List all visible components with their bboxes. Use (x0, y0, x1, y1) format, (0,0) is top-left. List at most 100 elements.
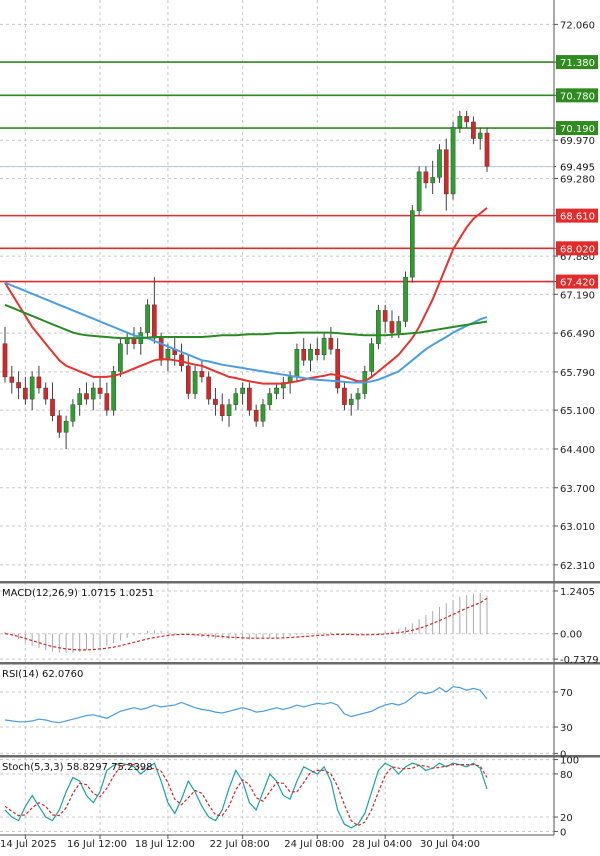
candle-body (111, 371, 116, 411)
x-tick-label: 28 Jul 04:00 (352, 839, 412, 850)
panel-separator (0, 581, 600, 584)
y-tick-label: 69.970 (560, 136, 595, 147)
x-tick-label: 24 Jul 08:00 (284, 839, 344, 850)
macd-label: MACD(12,26,9) 1.0715 1.0251 (2, 588, 154, 599)
support-badge: 68.610 (560, 212, 595, 223)
macd-y-tick-label: 0.00 (560, 630, 582, 641)
candle-body (145, 304, 150, 333)
candle-body (457, 116, 463, 128)
candle-body (29, 376, 35, 400)
candle-body (97, 387, 103, 394)
macd-y-tick-label: -0.7379 (560, 655, 599, 666)
candle-body (369, 343, 374, 372)
current-price-badge: 69.495 (560, 163, 595, 174)
x-tick-label: 18 Jul 12:00 (135, 839, 195, 850)
candle-body (321, 337, 327, 355)
chart-root: 72.060 71.380 70.780 70.19069.970 69.49569.2… (0, 0, 600, 852)
candle-body (206, 376, 211, 400)
panel-separator (0, 662, 600, 665)
rsi-label: RSI(14) 62.0760 (2, 669, 83, 680)
resistance-badge: 70.190 (560, 124, 595, 135)
y-tick-label: 67.190 (560, 290, 595, 301)
macd-y-tick-label: 1.2405 (560, 587, 595, 598)
candle-body (233, 393, 239, 405)
y-tick-label: 62.310 (560, 561, 595, 572)
x-tick-label: 22 Jul 08:00 (210, 839, 270, 850)
candle-body (471, 121, 476, 139)
candle-body (23, 387, 28, 400)
candle-body (403, 276, 408, 322)
y-tick-label: 64.400 (560, 445, 595, 456)
candle-body (355, 393, 361, 400)
x-tick-label: 30 Jul 04:00 (420, 839, 480, 850)
support-badge: 68.020 (560, 244, 595, 255)
candle-body (416, 171, 422, 211)
candle-body (118, 343, 123, 372)
candle-body (226, 404, 232, 416)
candle-body (348, 398, 354, 405)
x-tick-label: 14 Jul 2025 (0, 839, 57, 850)
candle-body (308, 349, 313, 361)
candle-body (423, 171, 429, 184)
candle-body (36, 376, 42, 389)
stoch-y-tick-label: 100 (560, 756, 579, 767)
candle-body (443, 149, 449, 195)
candle-body (185, 365, 191, 394)
y-tick-label: 66.490 (560, 329, 595, 340)
candle-body (50, 398, 55, 416)
candle-body (396, 321, 402, 333)
y-tick-label: 65.790 (560, 368, 595, 379)
candle-body (16, 382, 21, 389)
resistance-badge: 71.380 (560, 58, 595, 69)
stoch-y-tick-label: 0 (560, 827, 566, 838)
candle-body (274, 387, 279, 394)
candle-body (213, 398, 218, 405)
y-tick-label: 65.100 (560, 406, 595, 417)
candle-body (158, 337, 164, 361)
candle-body (484, 132, 490, 167)
candle-body (192, 371, 198, 394)
candle-body (63, 421, 69, 433)
candle-body (301, 349, 307, 361)
stoch-y-tick-label: 80 (560, 770, 573, 781)
candle-body (84, 393, 89, 400)
chart-svg: 72.060 71.380 70.780 70.19069.970 69.49569.2… (0, 0, 600, 852)
y-tick-label: 72.060 (560, 20, 595, 31)
candle-body (77, 393, 82, 405)
support-badge: 67.420 (560, 278, 595, 289)
rsi-y-tick-label: 70 (560, 688, 573, 699)
candle-body (464, 116, 469, 123)
x-tick-label: 16 Jul 12:00 (67, 839, 127, 850)
candle-body (2, 343, 8, 378)
candle-body (90, 387, 96, 400)
candle-body (294, 349, 300, 378)
candle-body (477, 132, 483, 139)
candle-body (410, 210, 415, 278)
candle-body (247, 387, 252, 411)
resistance-badge: 70.780 (560, 91, 595, 102)
stoch-y-tick-label: 20 (560, 813, 573, 824)
candle-body (104, 393, 110, 411)
candle-body (450, 127, 456, 195)
candle-body (382, 310, 388, 322)
candle-body (253, 409, 259, 422)
candle-body (260, 404, 266, 422)
candle-body (43, 387, 49, 400)
candle-body (152, 304, 157, 339)
y-tick-label: 69.280 (560, 174, 595, 185)
y-tick-label: 63.700 (560, 484, 595, 495)
candle-body (430, 177, 435, 184)
y-tick-label: 63.010 (560, 522, 595, 533)
candle-body (267, 393, 273, 405)
candle-body (9, 376, 15, 383)
panel-separator (0, 755, 600, 758)
candle-body (314, 349, 320, 355)
candle-body (199, 371, 205, 378)
candle-body (376, 310, 381, 344)
candle-body (219, 404, 225, 416)
rsi-y-tick-label: 30 (560, 723, 573, 734)
candle-body (437, 149, 442, 178)
candle-body (389, 321, 395, 333)
candle-body (240, 387, 245, 394)
stoch-label: Stoch(5,3,3) 58.8297 75.2398 (2, 762, 153, 773)
